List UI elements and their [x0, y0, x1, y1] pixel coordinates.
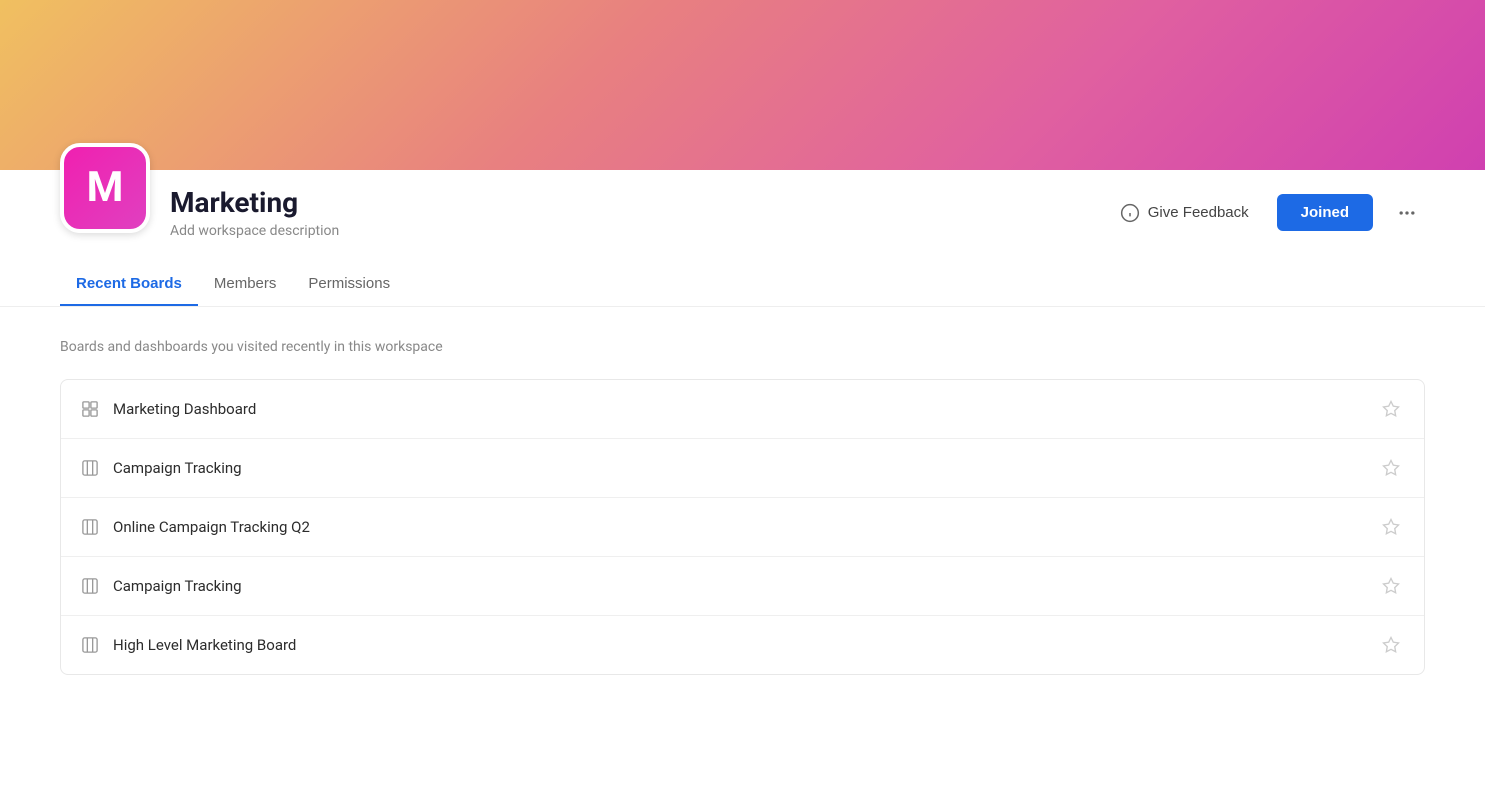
- main-content: Boards and dashboards you visited recent…: [0, 307, 1485, 807]
- star-icon: [1382, 518, 1400, 536]
- star-button[interactable]: [1378, 632, 1404, 658]
- board-item[interactable]: Campaign Tracking: [61, 439, 1424, 498]
- more-options-button[interactable]: [1389, 195, 1425, 231]
- give-feedback-label: Give Feedback: [1148, 204, 1249, 221]
- feedback-icon: [1120, 203, 1140, 223]
- star-button[interactable]: [1378, 573, 1404, 599]
- workspace-header: M Marketing Add workspace description Gi…: [60, 170, 1425, 255]
- workspace-logo: M: [60, 143, 150, 233]
- board-item[interactable]: High Level Marketing Board: [61, 616, 1424, 674]
- star-icon: [1382, 577, 1400, 595]
- board-name: High Level Marketing Board: [113, 636, 1378, 654]
- section-description: Boards and dashboards you visited recent…: [60, 339, 1425, 355]
- give-feedback-button[interactable]: Give Feedback: [1108, 195, 1261, 231]
- board-item[interactable]: Campaign Tracking: [61, 557, 1424, 616]
- workspace-section: M Marketing Add workspace description Gi…: [0, 170, 1485, 307]
- logo-letter: M: [87, 163, 124, 212]
- workspace-name: Marketing: [170, 186, 1108, 219]
- board-name: Campaign Tracking: [113, 459, 1378, 477]
- tabs: Recent Boards Members Permissions: [60, 263, 1425, 306]
- workspace-info: Marketing Add workspace description: [170, 186, 1108, 239]
- joined-button[interactable]: Joined: [1277, 194, 1373, 231]
- star-icon: [1382, 400, 1400, 418]
- dashboard-icon: [81, 400, 99, 418]
- board-name: Campaign Tracking: [113, 577, 1378, 595]
- tab-members[interactable]: Members: [198, 263, 293, 306]
- board-icon: [81, 636, 99, 654]
- board-item[interactable]: Marketing Dashboard: [61, 380, 1424, 439]
- star-button[interactable]: [1378, 396, 1404, 422]
- board-item[interactable]: Online Campaign Tracking Q2: [61, 498, 1424, 557]
- workspace-actions: Give Feedback Joined: [1108, 194, 1425, 231]
- board-name: Online Campaign Tracking Q2: [113, 518, 1378, 536]
- star-icon: [1382, 636, 1400, 654]
- board-icon: [81, 459, 99, 477]
- board-list: Marketing Dashboard Campaign Tracking: [60, 379, 1425, 675]
- board-icon: [81, 518, 99, 536]
- board-name: Marketing Dashboard: [113, 400, 1378, 418]
- star-icon: [1382, 459, 1400, 477]
- board-icon: [81, 577, 99, 595]
- star-button[interactable]: [1378, 455, 1404, 481]
- tab-permissions[interactable]: Permissions: [292, 263, 406, 306]
- tab-recent-boards[interactable]: Recent Boards: [60, 263, 198, 306]
- workspace-description[interactable]: Add workspace description: [170, 223, 1108, 239]
- header-banner: [0, 0, 1485, 170]
- more-icon: [1397, 203, 1417, 223]
- star-button[interactable]: [1378, 514, 1404, 540]
